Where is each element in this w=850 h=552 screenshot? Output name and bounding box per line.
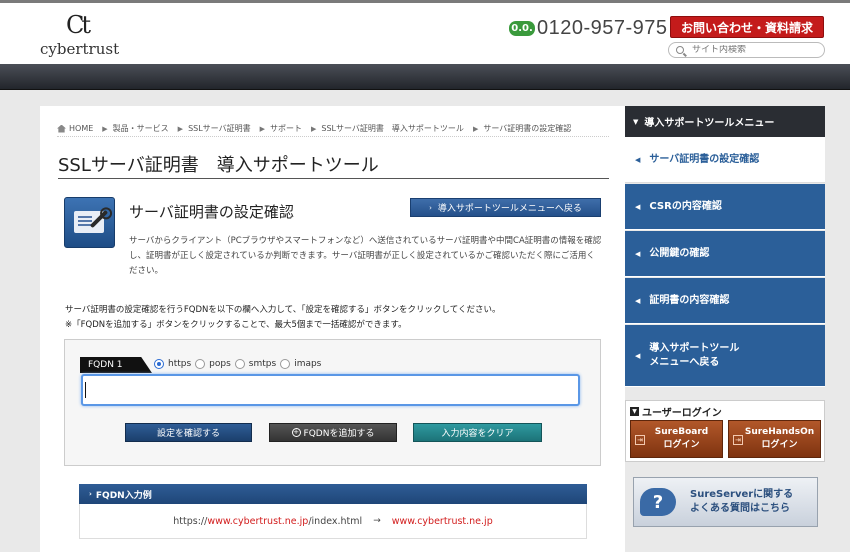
example-prefix: https:// xyxy=(173,515,208,527)
section-title: サーバ証明書の設定確認 xyxy=(129,203,294,221)
chevron-right-icon: › xyxy=(429,203,432,212)
faq-banner[interactable]: ? SureServerに関する よくある質問はこちら xyxy=(633,477,818,527)
confirm-settings-button[interactable]: 設定を確認する xyxy=(125,423,252,442)
radio-pops[interactable]: pops xyxy=(195,359,231,369)
triangle-left-icon: ◀ xyxy=(635,296,641,305)
instruction-line-2: ※「FQDNを追加する」ボタンをクリックすることで、最大5個まで一括確認ができま… xyxy=(65,320,407,330)
plus-icon: + xyxy=(291,428,301,437)
sidebar-menu-title: ▼ 導入サポートツールメニュー xyxy=(625,106,825,137)
search-input[interactable] xyxy=(692,45,812,55)
question-icon: ? xyxy=(640,488,676,516)
certificate-tool-icon xyxy=(64,197,115,248)
triangle-down-icon: ▼ xyxy=(630,407,639,416)
global-navbar xyxy=(0,64,850,90)
phone-contact: 0.0. 0120-957-975 xyxy=(509,17,668,39)
search-icon xyxy=(676,46,684,54)
logo-mark: Ct xyxy=(66,11,91,39)
cybertrust-logo[interactable]: Ct cybertrust xyxy=(40,11,120,61)
breadcrumb-products[interactable]: 製品・サービス xyxy=(113,123,169,134)
fqdn-example-body: https:// www.cybertrust.ne.jp /index.htm… xyxy=(79,504,587,539)
example-output: www.cybertrust.ne.jp xyxy=(391,515,493,527)
fqdn-form: FQDN 1 https pops smtps imaps 設定を確認する + xyxy=(64,339,601,466)
triangle-left-icon: ◀ xyxy=(635,202,641,211)
user-login-title: ▼ ユーザーログイン xyxy=(630,404,722,419)
triangle-down-icon: ▼ xyxy=(633,117,639,126)
main-content: HOME ▶ 製品・サービス ▶ SSLサーバ証明書 ▶ サポート ▶ SSLサ… xyxy=(40,106,625,552)
radio-button[interactable] xyxy=(195,359,206,369)
radio-smtps[interactable]: smtps xyxy=(234,359,276,369)
sidebar-item-cert-check[interactable]: ◀ サーバ証明書の設定確認 xyxy=(625,137,825,183)
fqdn-input[interactable] xyxy=(81,374,580,406)
breadcrumb-ssl[interactable]: SSLサーバ証明書 xyxy=(188,123,251,134)
clear-input-button[interactable]: 入力内容をクリア xyxy=(413,423,542,442)
radio-imaps[interactable]: imaps xyxy=(280,359,321,369)
radio-button[interactable] xyxy=(280,359,291,369)
example-suffix: /index.html xyxy=(308,515,363,527)
home-icon xyxy=(57,124,66,133)
breadcrumb-support-tool[interactable]: SSLサーバ証明書 導入サポートツール xyxy=(321,123,464,134)
surehandson-login-button[interactable]: ⇥ SureHandsOn ログイン xyxy=(728,420,821,458)
sureboard-login-button[interactable]: ⇥ SureBoard ログイン xyxy=(630,420,723,458)
arrow-right-icon: → xyxy=(373,516,381,526)
fqdn-label: FQDN 1 xyxy=(80,357,152,373)
sidebar-item-back-to-menu[interactable]: ◀ 導入サポートツール メニューへ戻る xyxy=(625,325,825,387)
fqdn-example-header: › FQDN入力例 xyxy=(79,484,587,504)
triangle-left-icon: ◀ xyxy=(635,351,641,360)
add-fqdn-label: FQDNを追加する xyxy=(303,429,375,439)
breadcrumb-home[interactable]: HOME xyxy=(69,124,93,133)
add-fqdn-button[interactable]: + FQDNを追加する xyxy=(269,423,397,442)
freedial-icon: 0.0. xyxy=(509,20,535,36)
back-to-menu-button[interactable]: › 導入サポートツールメニューへ戻る xyxy=(410,198,601,217)
breadcrumb-support[interactable]: サポート xyxy=(270,123,302,134)
breadcrumb-current: サーバ証明書の設定確認 xyxy=(483,124,572,133)
radio-https[interactable]: https xyxy=(154,359,191,369)
instructions: サーバ証明書の設定確認を行うFQDNを以下の欄へ入力して、「設定を確認する」ボタ… xyxy=(65,303,605,333)
radio-button[interactable] xyxy=(234,359,245,369)
chevron-right-icon: ▶ xyxy=(259,124,265,133)
sidebar-item-public-key[interactable]: ◀ 公開鍵の確認 xyxy=(625,231,825,277)
sidebar: ▼ 導入サポートツールメニュー ◀ サーバ証明書の設定確認 ◀ CSRの内容確認… xyxy=(625,106,825,552)
example-domain: www.cybertrust.ne.jp xyxy=(207,515,309,527)
protocol-radio-group: https pops smtps imaps xyxy=(154,359,325,369)
tool-description: サーバからクライアント（PCブラウザやスマートフォンなど）へ送信されているサーバ… xyxy=(129,236,602,276)
back-to-menu-label: 導入サポートツールメニューへ戻る xyxy=(437,204,582,214)
triangle-left-icon: ◀ xyxy=(635,249,641,258)
page-title: SSLサーバ証明書 導入サポートツール xyxy=(58,151,609,179)
site-search xyxy=(668,42,825,58)
sidebar-item-cert-content[interactable]: ◀ 証明書の内容確認 xyxy=(625,278,825,324)
text-caret xyxy=(85,382,86,398)
fqdn-example-title: FQDN入力例 xyxy=(95,490,152,501)
user-login-box: ▼ ユーザーログイン ⇥ SureBoard ログイン ⇥ SureHandsO… xyxy=(625,400,825,462)
login-icon: ⇥ xyxy=(635,435,645,445)
instruction-line-1: サーバ証明書の設定確認を行うFQDNを以下の欄へ入力して、「設定を確認する」ボタ… xyxy=(65,305,501,315)
radio-button[interactable] xyxy=(154,359,164,369)
chevron-right-icon: ▶ xyxy=(311,124,317,133)
chevron-right-icon: ▶ xyxy=(102,124,108,133)
chevron-right-icon: ▶ xyxy=(177,124,184,133)
contact-request-button[interactable]: お問い合わせ・資料請求 xyxy=(670,16,824,38)
triangle-left-icon: ◀ xyxy=(635,155,641,164)
sidebar-item-csr-check[interactable]: ◀ CSRの内容確認 xyxy=(625,184,825,230)
chevron-right-icon: › xyxy=(89,490,92,498)
phone-number: 0120-957-975 xyxy=(537,16,668,39)
logo-wordmark: cybertrust xyxy=(40,40,120,58)
chevron-right-icon: ▶ xyxy=(472,124,479,133)
breadcrumb: HOME ▶ 製品・サービス ▶ SSLサーバ証明書 ▶ サポート ▶ SSLサ… xyxy=(57,123,609,137)
login-icon: ⇥ xyxy=(733,435,743,445)
site-header: Ct cybertrust 0.0. 0120-957-975 お問い合わせ・資… xyxy=(0,0,850,64)
